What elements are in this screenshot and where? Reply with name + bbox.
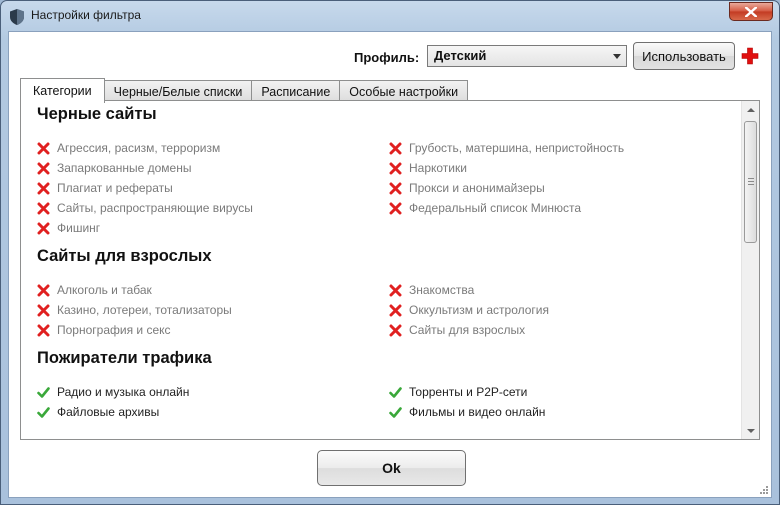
red-x-icon[interactable] bbox=[37, 284, 50, 297]
categories-list: Черные сайты Агрессия, расизм, терроризм З… bbox=[21, 101, 741, 439]
tab-schedule[interactable]: Расписание bbox=[251, 80, 341, 102]
category-label: Сайты, распространяющие вирусы bbox=[57, 201, 253, 215]
chevron-down-icon bbox=[613, 54, 621, 59]
vertical-scrollbar[interactable] bbox=[741, 101, 759, 439]
dialog-client-area: Профиль: Детский Использовать Категории … bbox=[8, 31, 772, 498]
ok-button[interactable]: Ok bbox=[317, 450, 466, 486]
tab-black-white-lists[interactable]: Черные/Белые списки bbox=[103, 80, 253, 102]
category-item[interactable]: Знакомства bbox=[389, 283, 474, 297]
section-title: Сайты для взрослых bbox=[37, 247, 212, 265]
category-label: Файловые архивы bbox=[57, 405, 160, 419]
red-x-icon[interactable] bbox=[37, 222, 50, 235]
category-label: Наркотики bbox=[409, 161, 467, 175]
tab-bar: Категории Черные/Белые списки Расписание… bbox=[20, 78, 469, 103]
category-label: Радио и музыка онлайн bbox=[57, 385, 190, 399]
red-x-icon[interactable] bbox=[389, 324, 402, 337]
red-x-icon[interactable] bbox=[37, 142, 50, 155]
title-bar[interactable]: Настройки фильтра bbox=[1, 1, 779, 31]
close-button[interactable] bbox=[729, 2, 773, 21]
tab-categories[interactable]: Категории bbox=[20, 78, 105, 103]
category-item[interactable]: Сайты для взрослых bbox=[389, 323, 525, 337]
red-x-icon[interactable] bbox=[389, 284, 402, 297]
category-item[interactable]: Сайты, распространяющие вирусы bbox=[37, 201, 253, 215]
category-label: Оккультизм и астрология bbox=[409, 303, 549, 317]
green-check-icon[interactable] bbox=[37, 406, 50, 419]
tab-special-settings[interactable]: Особые настройки bbox=[339, 80, 469, 102]
red-x-icon[interactable] bbox=[389, 142, 402, 155]
add-profile-icon[interactable] bbox=[741, 47, 759, 65]
red-x-icon[interactable] bbox=[37, 182, 50, 195]
section-title: Черные сайты bbox=[37, 105, 157, 123]
category-label: Прокси и анонимайзеры bbox=[409, 181, 545, 195]
category-item[interactable]: Оккультизм и астрология bbox=[389, 303, 549, 317]
profile-selected-value: Детский bbox=[434, 48, 487, 63]
category-label: Плагиат и рефераты bbox=[57, 181, 173, 195]
red-x-icon[interactable] bbox=[37, 304, 50, 317]
category-label: Торренты и P2P-сети bbox=[409, 385, 528, 399]
category-item[interactable]: Алкоголь и табак bbox=[37, 283, 152, 297]
red-x-icon[interactable] bbox=[389, 182, 402, 195]
category-item[interactable]: Фильмы и видео онлайн bbox=[389, 405, 545, 419]
category-item[interactable]: Грубость, матершина, непристойность bbox=[389, 141, 624, 155]
profile-label: Профиль: bbox=[354, 50, 420, 65]
category-item[interactable]: Прокси и анонимайзеры bbox=[389, 181, 545, 195]
red-x-icon[interactable] bbox=[389, 202, 402, 215]
category-item[interactable]: Радио и музыка онлайн bbox=[37, 385, 189, 399]
window-title: Настройки фильтра bbox=[31, 8, 141, 22]
category-label: Алкоголь и табак bbox=[57, 283, 152, 297]
category-label: Грубость, матершина, непристойность bbox=[409, 141, 625, 155]
green-check-icon[interactable] bbox=[37, 386, 50, 399]
category-item[interactable]: Наркотики bbox=[389, 161, 467, 175]
scroll-thumb[interactable] bbox=[744, 121, 757, 243]
category-item[interactable]: Порнография и секс bbox=[37, 323, 171, 337]
arrow-up-icon bbox=[746, 107, 755, 112]
scroll-down-button[interactable] bbox=[742, 422, 759, 439]
categories-panel: Черные сайты Агрессия, расизм, терроризм З… bbox=[20, 100, 760, 440]
category-item[interactable]: Плагиат и рефераты bbox=[37, 181, 173, 195]
category-label: Знакомства bbox=[409, 283, 475, 297]
filter-settings-window: Настройки фильтра Профиль: Детский Испол… bbox=[0, 0, 780, 505]
red-x-icon[interactable] bbox=[389, 304, 402, 317]
category-item[interactable]: Казино, лотереи, тотализаторы bbox=[37, 303, 232, 317]
shield-icon bbox=[10, 9, 24, 25]
category-item[interactable]: Запаркованные домены bbox=[37, 161, 191, 175]
category-item[interactable]: Файловые архивы bbox=[37, 405, 159, 419]
category-item[interactable]: Федеральный список Минюста bbox=[389, 201, 581, 215]
red-x-icon[interactable] bbox=[37, 324, 50, 337]
use-profile-button[interactable]: Использовать bbox=[633, 42, 735, 70]
category-label: Агрессия, расизм, терроризм bbox=[57, 141, 221, 155]
category-label: Федеральный список Минюста bbox=[409, 201, 582, 215]
category-label: Порнография и секс bbox=[57, 323, 171, 337]
category-label: Фишинг bbox=[57, 221, 101, 235]
green-check-icon[interactable] bbox=[389, 386, 402, 399]
close-icon bbox=[745, 6, 757, 17]
category-label: Казино, лотереи, тотализаторы bbox=[57, 303, 232, 317]
category-label: Фильмы и видео онлайн bbox=[409, 405, 546, 419]
category-item[interactable]: Фишинг bbox=[37, 221, 100, 235]
category-label: Сайты для взрослых bbox=[409, 323, 526, 337]
green-check-icon[interactable] bbox=[389, 406, 402, 419]
scroll-up-button[interactable] bbox=[742, 101, 759, 118]
arrow-down-icon bbox=[746, 428, 755, 433]
red-x-icon[interactable] bbox=[37, 162, 50, 175]
resize-grip-icon[interactable] bbox=[759, 485, 769, 495]
section-title: Пожиратели трафика bbox=[37, 349, 212, 367]
category-label: Запаркованные домены bbox=[57, 161, 192, 175]
category-item[interactable]: Торренты и P2P-сети bbox=[389, 385, 527, 399]
red-x-icon[interactable] bbox=[37, 202, 50, 215]
red-x-icon[interactable] bbox=[389, 162, 402, 175]
profile-dropdown[interactable]: Детский bbox=[427, 45, 627, 67]
category-item[interactable]: Агрессия, расизм, терроризм bbox=[37, 141, 220, 155]
